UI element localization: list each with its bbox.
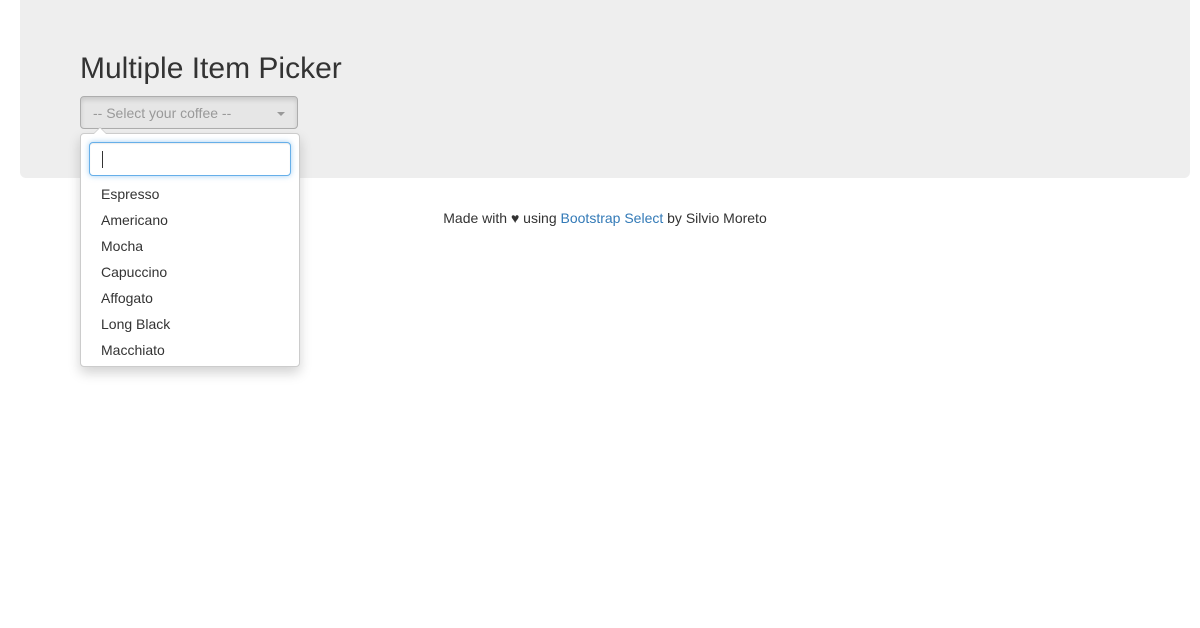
option-mocha[interactable]: Mocha xyxy=(81,233,299,259)
option-macchiato[interactable]: Macchiato xyxy=(81,337,299,363)
dropdown-menu: Espresso Americano Mocha Capuccino Affog… xyxy=(80,127,300,367)
option-espresso[interactable]: Espresso xyxy=(81,181,299,207)
heart-icon: ♥ xyxy=(510,210,520,226)
footer-made-with: Made with xyxy=(443,210,508,226)
text-cursor xyxy=(102,151,103,168)
select-placeholder: -- Select your coffee -- xyxy=(93,105,232,121)
page-title: Multiple Item Picker xyxy=(80,52,342,85)
coffee-select-button[interactable]: -- Select your coffee -- xyxy=(80,96,298,129)
footer-using: using xyxy=(523,210,557,226)
option-long-black[interactable]: Long Black xyxy=(81,311,299,337)
bootstrap-select-link[interactable]: Bootstrap Select xyxy=(561,210,664,226)
option-affogato[interactable]: Affogato xyxy=(81,285,299,311)
option-capuccino[interactable]: Capuccino xyxy=(81,259,299,285)
search-input[interactable] xyxy=(89,142,291,176)
footer-author: by Silvio Moreto xyxy=(667,210,767,226)
footer: Made with ♥ using Bootstrap Select by Si… xyxy=(0,209,1200,227)
caret-down-icon xyxy=(277,112,285,116)
